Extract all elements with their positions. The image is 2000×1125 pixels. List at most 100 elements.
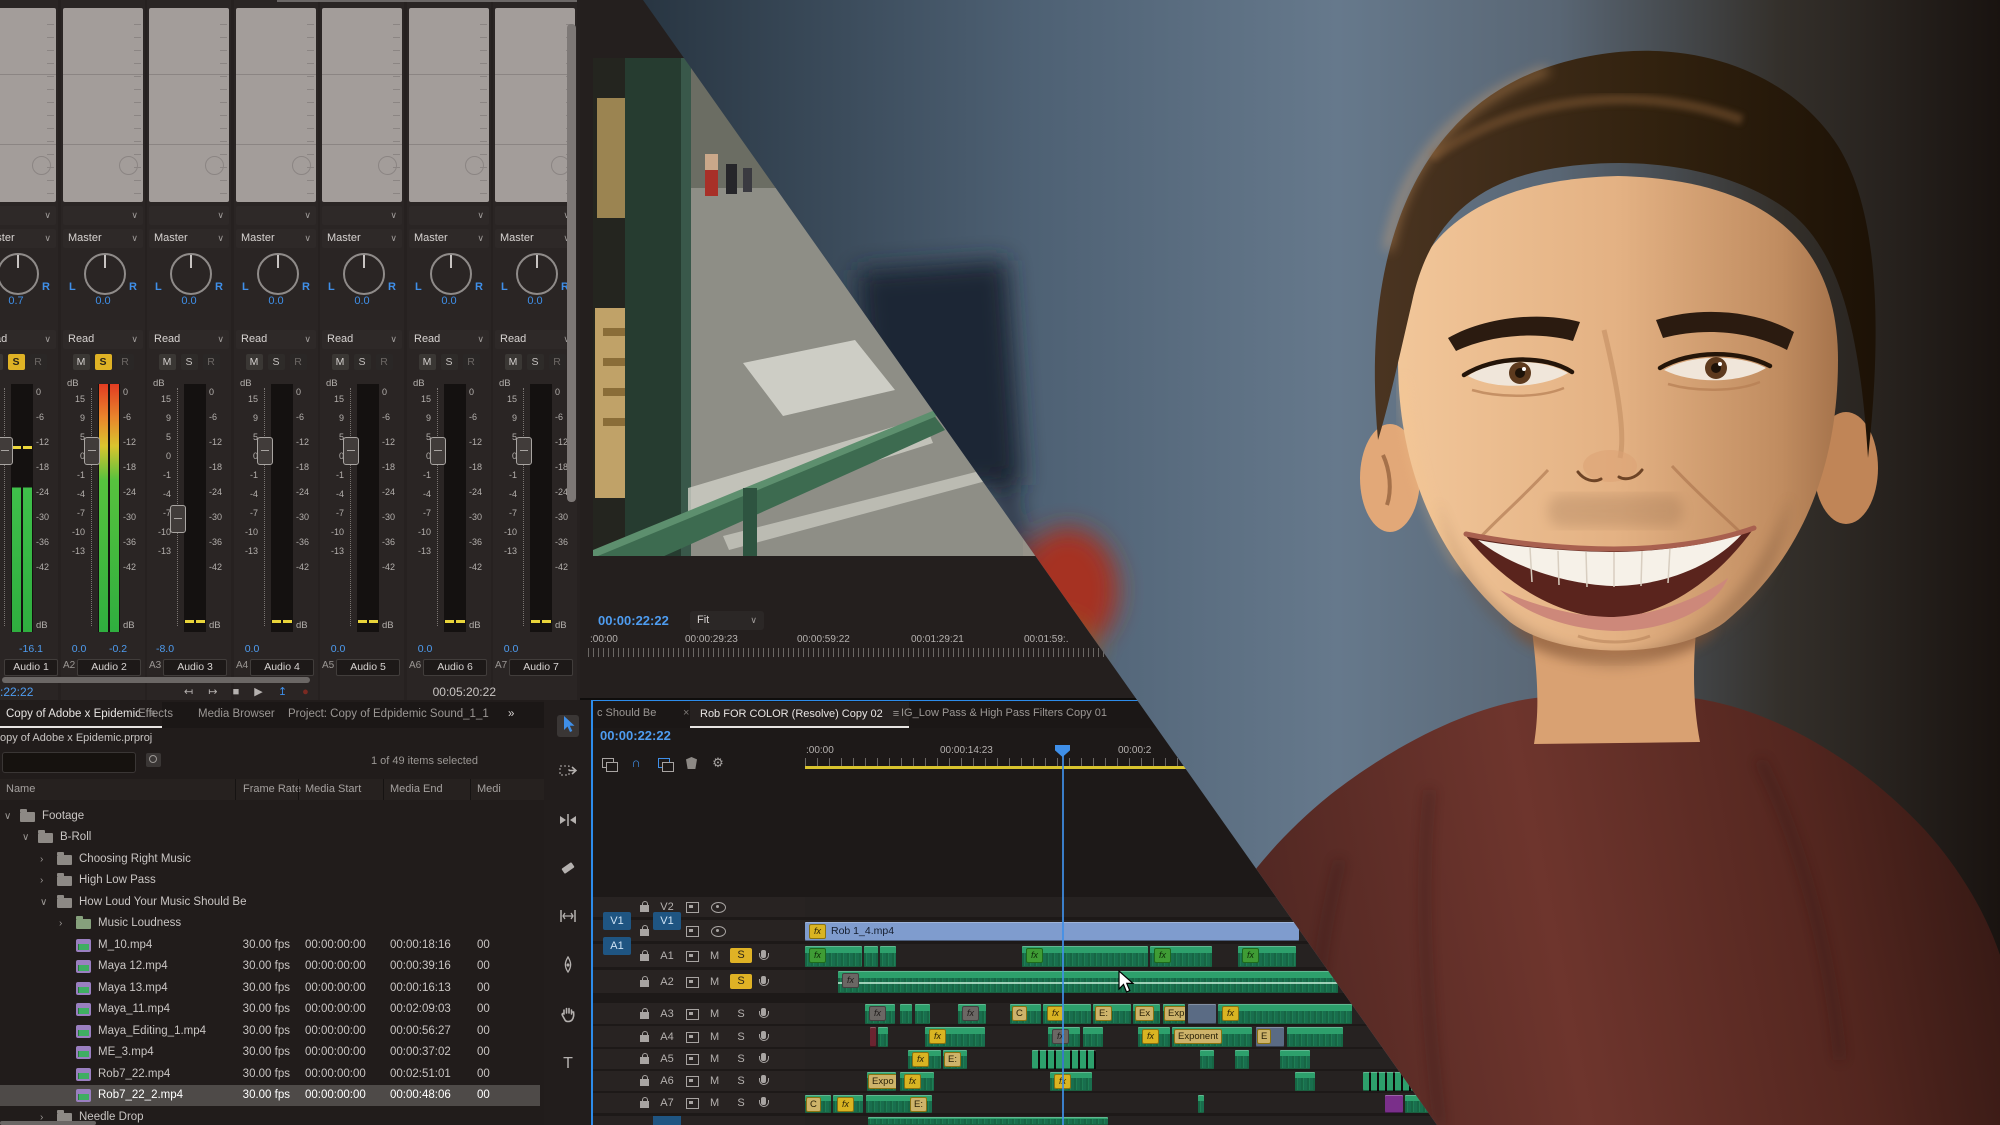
track-header-a6[interactable]: A6MS — [591, 1071, 805, 1091]
video-clip-rob1-4[interactable]: fxRob 1_4.mp4 — [805, 922, 1299, 941]
lock-icon[interactable] — [640, 1101, 649, 1108]
play-in-to-out-icon[interactable]: ↦ — [208, 684, 217, 700]
audio-clip[interactable]: E: — [866, 1095, 932, 1113]
insert-icon[interactable] — [686, 1098, 699, 1109]
lock-icon[interactable] — [640, 954, 649, 961]
mute-button[interactable]: M — [710, 950, 719, 962]
search-input[interactable] — [2, 752, 136, 773]
mixer-horizontal-scrollbar[interactable] — [2, 677, 310, 683]
clip-row[interactable]: Maya 12.mp430.00 fps00:00:00:0000:00:39:… — [0, 956, 540, 977]
audio-clip[interactable]: fx — [900, 1072, 934, 1091]
chevron-down-icon[interactable]: ∨ — [4, 806, 11, 827]
insert-icon[interactable] — [686, 951, 699, 962]
automation-mode-dropdown[interactable]: Read∨ — [0, 330, 56, 349]
panel-menu-icon[interactable]: ≡ — [893, 708, 899, 720]
audio-clip[interactable]: fx — [805, 946, 862, 967]
pan-knob[interactable] — [257, 253, 299, 295]
audio-clip[interactable]: fx — [833, 1095, 863, 1113]
insert-icon[interactable] — [686, 902, 699, 913]
solo-button[interactable]: S — [730, 948, 752, 963]
sends-dropdown[interactable]: ∨ — [409, 206, 489, 225]
zoom-level-dropdown[interactable]: Fit∨ — [690, 611, 764, 630]
volume-fader[interactable] — [343, 437, 359, 465]
mic-icon[interactable] — [761, 1075, 766, 1083]
arm-record-button[interactable]: R — [376, 354, 393, 370]
mute-button[interactable]: M — [710, 976, 719, 988]
solo-button[interactable]: S — [8, 354, 25, 370]
sequence-settings-icon[interactable] — [599, 755, 617, 771]
col-name[interactable]: Name — [6, 779, 35, 800]
hand-tool[interactable] — [557, 1006, 579, 1028]
automation-mode-dropdown[interactable]: Read∨ — [63, 330, 143, 349]
volume-fader[interactable] — [170, 505, 186, 533]
arm-record-button[interactable]: R — [549, 354, 566, 370]
audio-clip[interactable]: fx — [1150, 946, 1212, 967]
audio-transition[interactable]: E — [1256, 1027, 1284, 1047]
close-icon[interactable]: × — [683, 707, 689, 719]
mute-button[interactable]: M — [710, 1075, 719, 1087]
chevron-down-icon[interactable]: ∨ — [40, 892, 47, 913]
mixer-playhead-timecode[interactable]: :22:22 — [0, 684, 33, 700]
audio-clip[interactable] — [1200, 1050, 1214, 1069]
audio-transition[interactable] — [1188, 1004, 1216, 1024]
track-header-a7[interactable]: A7MS — [591, 1093, 805, 1113]
track-name[interactable]: Audio 6 — [423, 659, 487, 676]
bin-row[interactable]: ∨Footage — [0, 806, 540, 827]
solo-button[interactable]: S — [730, 1097, 752, 1109]
clip-row-selected[interactable]: Rob7_22_2.mp430.00 fps00:00:00:0000:00:4… — [0, 1085, 540, 1106]
chevron-right-icon[interactable]: › — [40, 849, 43, 870]
pan-value[interactable]: 0.0 — [493, 295, 577, 307]
work-area-bar[interactable] — [805, 766, 1190, 769]
tab-sequence-right[interactable]: IG_Low Pass & High Pass Filters Copy 01 — [901, 707, 1107, 719]
audio-clip[interactable] — [1235, 1050, 1249, 1069]
audio-clip[interactable] — [915, 1004, 930, 1024]
program-monitor-ruler[interactable]: :00:00 00:00:29:23 00:00:59:22 00:01:29:… — [588, 634, 1118, 660]
program-timecode[interactable]: 00:00:22:22 — [598, 613, 669, 628]
search-bin-icon[interactable] — [146, 753, 161, 767]
source-patch[interactable]: A1 — [603, 937, 631, 955]
pan-knob[interactable] — [170, 253, 212, 295]
mute-button[interactable]: M — [73, 354, 90, 370]
audio-clip[interactable]: fx — [1218, 1004, 1352, 1024]
audio-clip[interactable]: fx — [925, 1027, 985, 1047]
sends-dropdown[interactable]: ∨ — [236, 206, 316, 225]
arm-record-button[interactable]: R — [290, 354, 307, 370]
lock-icon[interactable] — [640, 1012, 649, 1019]
export-icon[interactable]: ↥ — [278, 684, 287, 700]
effects-sends-slot[interactable] — [236, 8, 316, 202]
mute-button[interactable]: M — [246, 354, 263, 370]
audio-clip[interactable]: E: — [1093, 1004, 1131, 1024]
loop-play-icon[interactable]: ▶ — [254, 684, 262, 700]
pan-value[interactable]: 0.0 — [61, 295, 145, 307]
volume-fader[interactable] — [516, 437, 532, 465]
bin-row[interactable]: ›Choosing Right Music — [0, 849, 540, 870]
col-media-cut[interactable]: Medi — [477, 779, 501, 800]
audio-clip-cuts[interactable] — [1032, 1050, 1096, 1069]
selection-tool[interactable] — [557, 715, 579, 737]
col-media-end[interactable]: Media End — [390, 779, 443, 800]
arm-record-button[interactable]: R — [30, 354, 47, 370]
insert-icon[interactable] — [686, 926, 699, 937]
solo-button[interactable]: S — [730, 1053, 752, 1065]
lock-icon[interactable] — [640, 905, 649, 912]
clip-row[interactable]: ME_3.mp430.00 fps00:00:00:0000:00:37:020… — [0, 1042, 540, 1063]
col-media-start[interactable]: Media Start — [305, 779, 361, 800]
solo-button[interactable]: S — [730, 1031, 752, 1043]
ripple-edit-tool[interactable] — [557, 812, 579, 834]
insert-icon[interactable] — [686, 977, 699, 988]
lock-icon[interactable] — [640, 929, 649, 936]
solo-button[interactable]: S — [354, 354, 371, 370]
stop-icon[interactable]: ■ — [233, 684, 240, 700]
pan-value[interactable]: 0.0 — [147, 295, 231, 307]
audio-clip[interactable] — [868, 1117, 1108, 1125]
audio-clip[interactable]: fx — [1138, 1027, 1170, 1047]
solo-button[interactable]: S — [730, 1008, 752, 1020]
audio-clip[interactable]: fx — [958, 1004, 986, 1024]
insert-icon[interactable] — [686, 1076, 699, 1087]
audio-clip[interactable]: Exponent — [1172, 1027, 1252, 1047]
lock-icon[interactable] — [640, 1057, 649, 1064]
mute-button[interactable]: M — [710, 1031, 719, 1043]
lock-icon[interactable] — [640, 1035, 649, 1042]
audio-clip[interactable] — [1287, 1027, 1343, 1047]
track-header-a8[interactable] — [591, 1116, 805, 1125]
